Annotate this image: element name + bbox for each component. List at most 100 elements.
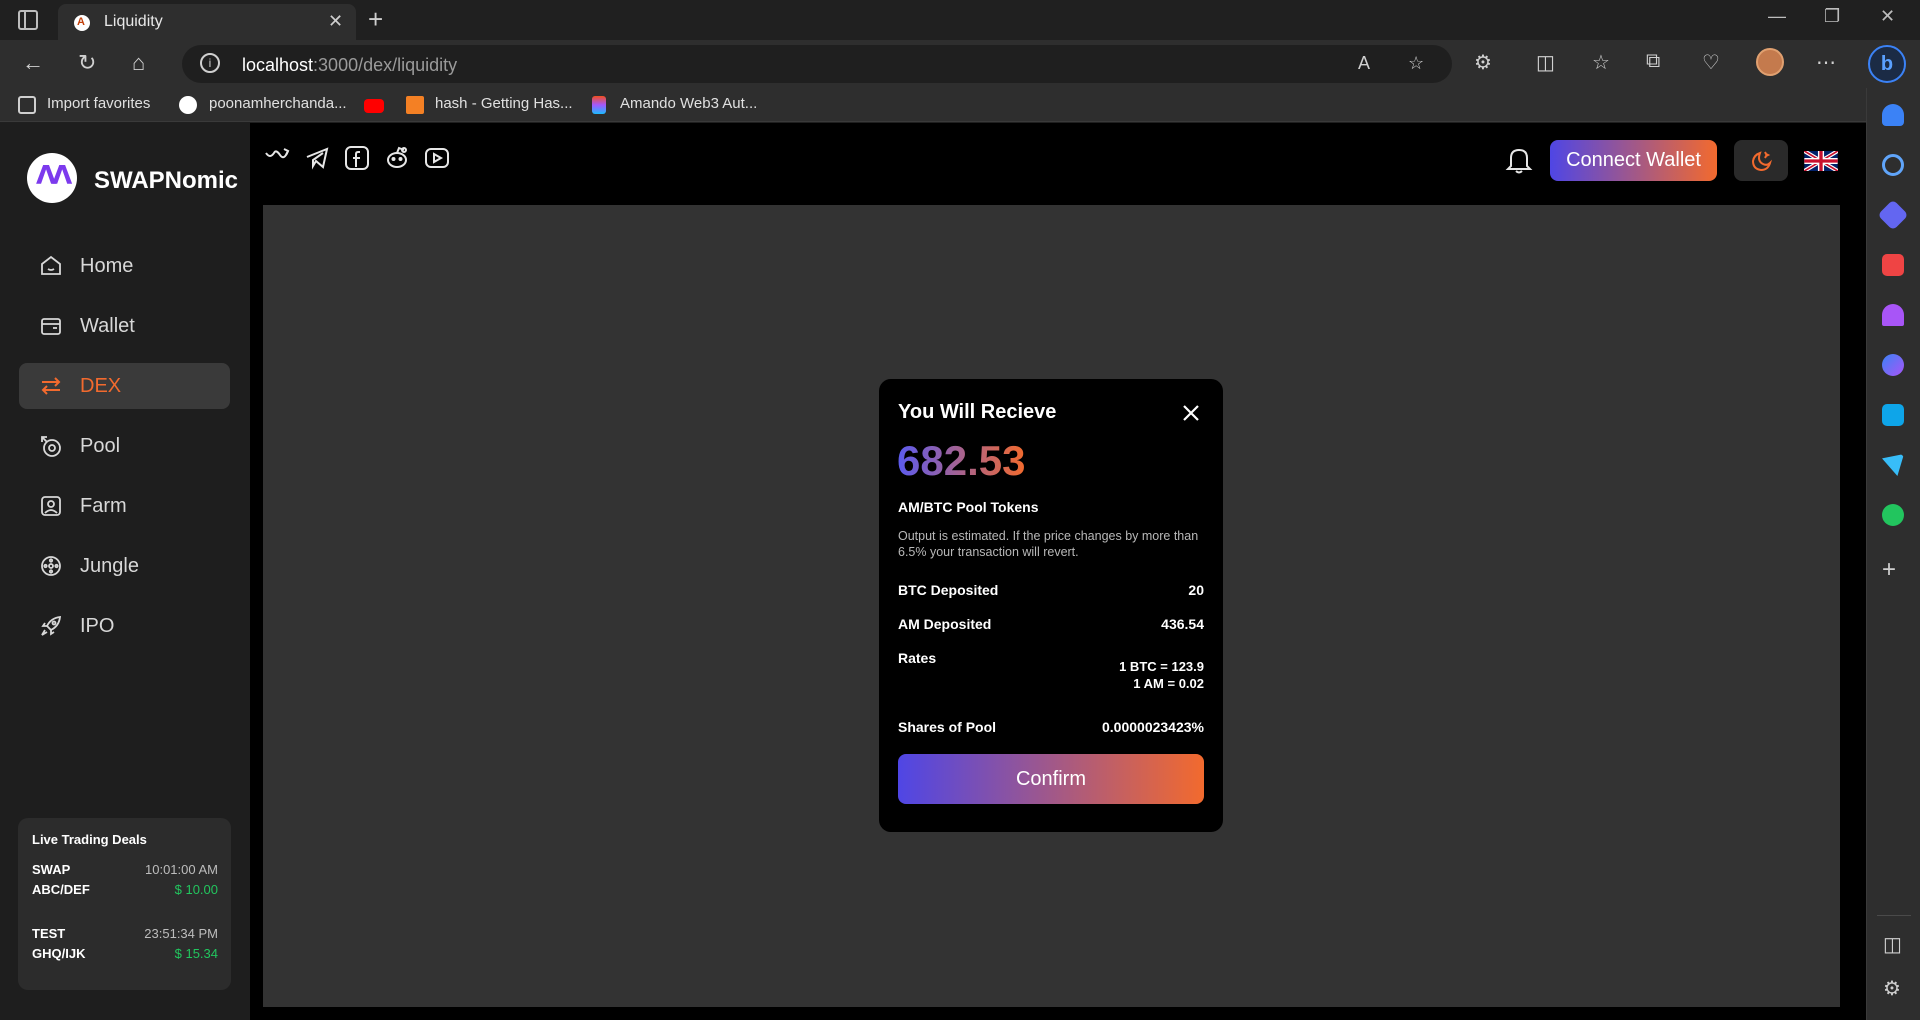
sidebar-item-label: Wallet <box>80 315 135 337</box>
row-label: Rates <box>898 650 937 666</box>
youtube-social-icon[interactable] <box>424 145 450 171</box>
rocket-icon <box>41 615 62 636</box>
browser-essentials-icon[interactable]: ♡ <box>1702 50 1720 75</box>
tree-icon[interactable] <box>1882 504 1904 526</box>
restore-icon[interactable]: ❐ <box>1824 6 1840 27</box>
rate-am: 1 AM = 0.02 <box>1133 676 1204 691</box>
settings-icon[interactable]: ⚙ <box>1883 976 1901 1001</box>
split-screen-icon[interactable]: ◫ <box>1536 50 1555 75</box>
home-icon <box>41 255 61 275</box>
copilot-icon[interactable]: b <box>1868 45 1906 83</box>
window-close-icon[interactable]: ✕ <box>1880 6 1895 27</box>
modal-title: You Will Recieve <box>898 401 1057 423</box>
home-browser-icon[interactable]: ⌂ <box>132 50 145 76</box>
deal-pair: GHQ/IJK <box>32 946 86 961</box>
read-aloud-icon[interactable]: A <box>1358 53 1370 74</box>
deal-pair: ABC/DEF <box>32 882 90 897</box>
sidebar-item-jungle[interactable]: Jungle <box>19 543 230 589</box>
tab-title: Liquidity <box>104 13 163 30</box>
bell-icon[interactable] <box>1504 145 1534 175</box>
favorite-github[interactable]: poonamherchanda... <box>209 95 347 112</box>
figma-icon <box>592 96 606 114</box>
confirm-button[interactable]: Confirm <box>898 754 1204 804</box>
search-sidebar-icon[interactable] <box>1882 154 1904 176</box>
facebook-icon[interactable] <box>344 145 370 171</box>
url-path: :3000/dex/liquidity <box>313 55 458 75</box>
favorite-import[interactable]: Import favorites <box>47 95 150 112</box>
address-bar[interactable]: i localhost:3000/dex/liquidity A ☆ <box>182 45 1452 83</box>
theme-toggle-button[interactable] <box>1734 140 1788 181</box>
favorites-icon[interactable]: ☆ <box>1592 50 1610 75</box>
moon-icon <box>1751 151 1773 172</box>
favorite-star-icon[interactable]: ☆ <box>1408 53 1424 74</box>
add-sidebar-icon[interactable]: + <box>1882 556 1896 584</box>
sidebar-item-dex[interactable]: DEX <box>19 363 230 409</box>
pool-icon <box>41 436 61 457</box>
rates-row: Rates 1 BTC = 123.9 1 AM = 0.02 <box>898 650 1204 694</box>
deal-price: $ 10.00 <box>174 882 218 897</box>
sidebar-item-farm[interactable]: Farm <box>19 483 230 529</box>
github-icon <box>179 96 197 114</box>
sidebar-item-wallet[interactable]: Wallet <box>19 303 230 349</box>
trustpilot-wave-icon[interactable] <box>264 145 290 171</box>
send-icon[interactable] <box>1882 454 1904 476</box>
refresh-icon[interactable]: ↻ <box>78 50 96 76</box>
deal-name: SWAP <box>32 862 71 877</box>
extensions-icon[interactable]: ⚙ <box>1474 50 1492 75</box>
tab-close-icon[interactable]: ✕ <box>328 11 343 32</box>
app-topbar: Connect Wallet <box>250 123 1866 203</box>
stackoverflow-icon <box>406 96 424 114</box>
sidebar-item-ipo[interactable]: IPO <box>19 603 230 649</box>
collections-icon[interactable]: ⧉ <box>1646 50 1660 73</box>
receive-amount: 682.53 <box>897 437 1026 484</box>
browser-tab-bar: Liquidity ✕ + — ❐ ✕ <box>0 0 1920 40</box>
games-icon[interactable] <box>1882 304 1904 326</box>
sidebar-item-label: IPO <box>80 615 115 637</box>
profile-avatar[interactable] <box>1756 48 1784 76</box>
brand-name[interactable]: SWAPNomic <box>94 167 238 195</box>
youtube-icon[interactable] <box>364 99 384 113</box>
notifications-sidebar-icon[interactable] <box>1882 104 1904 126</box>
deal-time: 23:51:34 PM <box>144 926 218 941</box>
shopping-tag-icon[interactable] <box>1877 199 1909 231</box>
favorite-hash[interactable]: hash - Getting Has... <box>435 95 573 112</box>
rate-btc: 1 BTC = 123.9 <box>1119 659 1204 674</box>
site-info-icon[interactable]: i <box>200 53 220 73</box>
minimize-icon[interactable]: — <box>1768 6 1786 27</box>
more-menu-icon[interactable]: ⋯ <box>1816 50 1836 75</box>
import-folder-icon <box>18 96 36 114</box>
sidebar-divider <box>1877 915 1911 916</box>
sidebar-item-label: Jungle <box>80 555 139 577</box>
favorites-bar: Import favorites poonamherchanda... hash… <box>0 88 1920 122</box>
row-value: 436.54 <box>1161 616 1204 632</box>
hide-sidebar-icon[interactable]: ◫ <box>1883 932 1902 957</box>
new-tab-icon[interactable]: + <box>368 4 383 35</box>
browser-tab[interactable]: Liquidity ✕ <box>58 4 356 40</box>
uk-flag-icon[interactable] <box>1804 151 1838 171</box>
reddit-icon[interactable] <box>384 145 410 171</box>
swap-arrows-icon <box>41 377 61 395</box>
close-icon[interactable] <box>1181 403 1201 423</box>
row-value: 0.0000023423% <box>1102 719 1204 735</box>
estimate-note: Output is estimated. If the price change… <box>898 529 1199 559</box>
copilot-sidebar-icon[interactable] <box>1882 354 1904 376</box>
sidebar-item-pool[interactable]: Pool <box>19 423 230 469</box>
site-favicon-icon <box>74 15 90 31</box>
back-icon[interactable]: ← <box>22 50 44 76</box>
sidebar-item-label: Home <box>80 255 134 277</box>
telegram-icon[interactable] <box>304 145 330 171</box>
receive-modal: You Will Recieve 682.53 AM/BTC Pool Toke… <box>879 379 1223 832</box>
outlook-icon[interactable] <box>1882 404 1904 426</box>
app-sidebar: ΛΛ SWAPNomic Home Wallet DEX Pool Farm J… <box>0 123 250 1020</box>
rates-values: 1 BTC = 123.9 1 AM = 0.02 <box>1119 658 1204 692</box>
connect-wallet-button[interactable]: Connect Wallet <box>1550 140 1717 181</box>
sidebar-item-home[interactable]: Home <box>19 243 230 289</box>
row-label: Shares of Pool <box>898 719 997 735</box>
tab-actions-icon[interactable] <box>18 10 38 30</box>
brand-logo-icon[interactable]: ΛΛ <box>27 153 77 203</box>
farm-icon <box>41 496 61 516</box>
sidebar-item-label: Pool <box>80 435 121 457</box>
deals-title: Live Trading Deals <box>32 832 147 847</box>
tools-icon[interactable] <box>1882 254 1904 276</box>
favorite-amando[interactable]: Amando Web3 Aut... <box>620 95 757 112</box>
